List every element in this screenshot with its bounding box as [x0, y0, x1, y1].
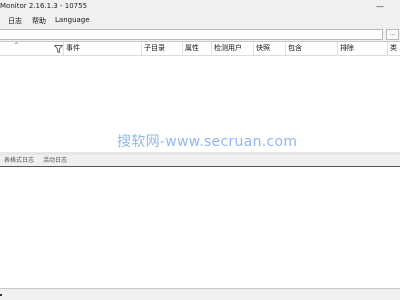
column-header-subdirectory[interactable]: 子目录	[142, 42, 183, 55]
grid-header: ^ 事件 子目录 属性 检测用户 快照 包含 排除 类	[0, 42, 400, 56]
tab-table-log[interactable]: 表格式日志	[4, 156, 34, 166]
title-bar: Monitor 2.16.1.3 - 10755 —	[0, 0, 400, 14]
sort-ascending-icon: ^	[14, 42, 20, 49]
tab-activity-log[interactable]: 活动日志	[43, 156, 67, 166]
status-indicator	[0, 294, 2, 296]
column-header-include[interactable]: 包含	[286, 42, 338, 55]
column-header-event[interactable]: 事件	[64, 42, 142, 55]
menu-bar: 日志 帮助 Language	[0, 14, 400, 27]
column-header-exclude[interactable]: 排除	[338, 42, 388, 55]
window-title: Monitor 2.16.1.3 - 10755	[0, 2, 88, 10]
menu-help[interactable]: 帮助	[32, 16, 46, 26]
column-header-first[interactable]: ^	[0, 42, 64, 55]
log-pane[interactable]	[0, 167, 400, 289]
log-tab-bar: 表格式日志 活动日志	[0, 155, 400, 167]
watermark-text: 搜软网-www.secruan.com	[117, 134, 298, 150]
menu-language[interactable]: Language	[55, 16, 90, 24]
column-header-detect-user[interactable]: 检测用户	[212, 42, 254, 55]
filter-browse-button[interactable]: ...	[386, 29, 399, 40]
filter-input[interactable]	[0, 29, 383, 40]
filter-toolbar: ...	[0, 27, 400, 41]
menu-log[interactable]: 日志	[8, 16, 22, 26]
column-header-attributes[interactable]: 属性	[183, 42, 212, 55]
column-header-snapshot[interactable]: 快照	[254, 42, 286, 55]
funnel-icon[interactable]	[54, 45, 63, 53]
status-bar	[0, 289, 400, 300]
column-header-class[interactable]: 类	[388, 42, 400, 55]
minimize-button[interactable]: —	[374, 1, 386, 13]
